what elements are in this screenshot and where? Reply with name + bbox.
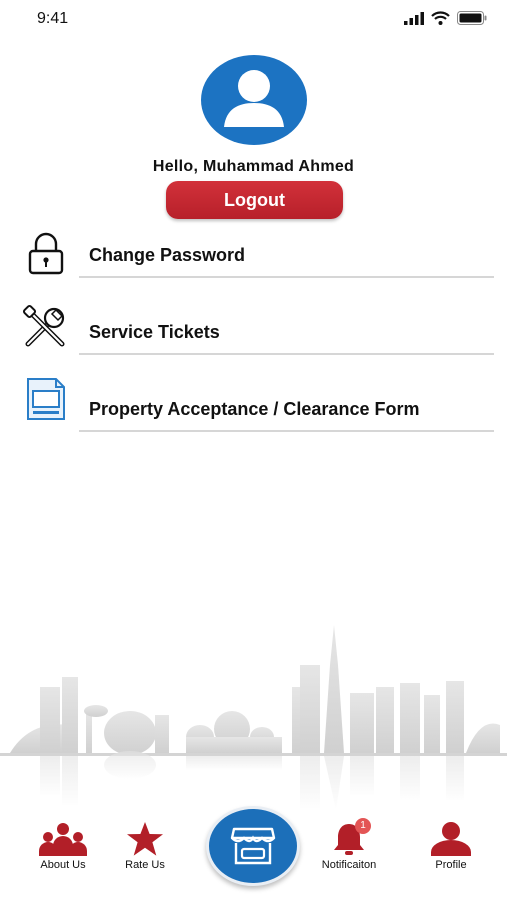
avatar-icon	[201, 55, 307, 145]
city-skyline-illustration	[0, 625, 507, 811]
group-icon	[39, 823, 87, 856]
lock-icon	[28, 232, 64, 275]
status-icons	[404, 11, 487, 25]
status-bar: 9:41	[0, 0, 507, 40]
greeting-text: Hello, Muhammad Ahmed	[152, 158, 355, 175]
menu-item-change-password[interactable]: Change Password	[0, 225, 507, 295]
menu-divider	[79, 276, 494, 278]
home-store-button[interactable]	[206, 806, 300, 886]
signal-icon	[404, 11, 424, 25]
wifi-icon	[431, 11, 450, 25]
nav-item-about-us[interactable]: About Us	[23, 822, 103, 884]
menu-item-property-form[interactable]: Property Acceptance / Clearance Form	[0, 378, 507, 449]
form-document-icon	[27, 378, 65, 420]
status-time: 9:41	[37, 10, 69, 27]
bottom-nav: About Us Rate Us 1 Notificaiton Profile	[0, 800, 507, 900]
nav-label: Notificaiton	[321, 859, 377, 871]
nav-item-notification[interactable]: 1 Notificaiton	[309, 818, 389, 884]
nav-label: Profile	[435, 859, 467, 871]
menu-item-service-tickets[interactable]: Service Tickets	[0, 302, 507, 372]
person-icon	[431, 822, 471, 856]
battery-icon	[457, 11, 487, 25]
menu-divider	[79, 430, 494, 432]
menu-item-label: Service Tickets	[89, 322, 220, 342]
notification-badge: 1	[355, 818, 371, 834]
nav-item-profile[interactable]: Profile	[411, 822, 491, 884]
store-icon	[230, 827, 276, 865]
nav-label: About Us	[40, 859, 86, 871]
profile-header: Hello, Muhammad Ahmed Logout	[0, 55, 507, 225]
logout-button[interactable]: Logout	[166, 181, 343, 219]
menu-item-label: Property Acceptance / Clearance Form	[89, 399, 420, 419]
nav-label: Rate Us	[125, 859, 165, 871]
star-icon	[127, 822, 163, 856]
menu-item-label: Change Password	[89, 245, 246, 265]
nav-item-rate-us[interactable]: Rate Us	[105, 822, 185, 884]
menu-divider	[79, 353, 494, 355]
tools-icon	[22, 304, 65, 347]
